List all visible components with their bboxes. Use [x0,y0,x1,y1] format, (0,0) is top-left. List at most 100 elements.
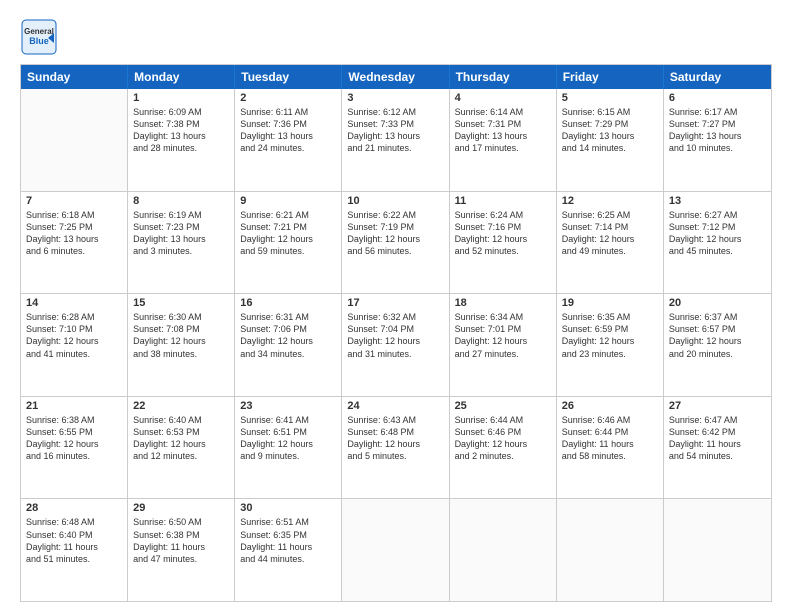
cell-line: Sunrise: 6:47 AM [669,414,766,426]
cell-line: and 10 minutes. [669,142,766,154]
cell-line: Daylight: 13 hours [240,130,336,142]
cell-line: Sunset: 6:40 PM [26,529,122,541]
day-header-friday: Friday [557,65,664,89]
day-number: 29 [133,502,229,514]
cell-line: Sunset: 7:38 PM [133,118,229,130]
cell-line: Daylight: 12 hours [347,438,443,450]
day-number: 28 [26,502,122,514]
day-cell-19: 19Sunrise: 6:35 AMSunset: 6:59 PMDayligh… [557,294,664,396]
cell-line: Sunset: 7:10 PM [26,323,122,335]
cell-line: Sunrise: 6:41 AM [240,414,336,426]
day-number: 10 [347,195,443,207]
day-cell-10: 10Sunrise: 6:22 AMSunset: 7:19 PMDayligh… [342,192,449,294]
cell-line: Sunset: 7:29 PM [562,118,658,130]
day-number: 12 [562,195,658,207]
cell-line: Daylight: 12 hours [669,335,766,347]
cell-line: and 45 minutes. [669,245,766,257]
cell-line: and 54 minutes. [669,450,766,462]
cell-line: Sunset: 6:38 PM [133,529,229,541]
cell-line: Daylight: 12 hours [347,335,443,347]
cell-line: and 31 minutes. [347,348,443,360]
day-number: 8 [133,195,229,207]
day-cell-15: 15Sunrise: 6:30 AMSunset: 7:08 PMDayligh… [128,294,235,396]
cell-line: Daylight: 12 hours [26,335,122,347]
day-number: 11 [455,195,551,207]
cell-line: Daylight: 12 hours [347,233,443,245]
cell-line: Daylight: 13 hours [562,130,658,142]
day-number: 6 [669,92,766,104]
day-cell-20: 20Sunrise: 6:37 AMSunset: 6:57 PMDayligh… [664,294,771,396]
cell-line: Sunrise: 6:35 AM [562,311,658,323]
cell-line: Sunset: 6:42 PM [669,426,766,438]
cell-line: Sunset: 7:04 PM [347,323,443,335]
day-cell-2: 2Sunrise: 6:11 AMSunset: 7:36 PMDaylight… [235,89,342,191]
day-number: 30 [240,502,336,514]
cell-line: Daylight: 13 hours [455,130,551,142]
empty-cell-4-6 [664,499,771,601]
cell-line: Sunset: 6:48 PM [347,426,443,438]
cell-line: Daylight: 13 hours [26,233,122,245]
day-cell-9: 9Sunrise: 6:21 AMSunset: 7:21 PMDaylight… [235,192,342,294]
cell-line: Sunset: 7:21 PM [240,221,336,233]
cell-line: Sunset: 7:25 PM [26,221,122,233]
calendar: SundayMondayTuesdayWednesdayThursdayFrid… [20,64,772,602]
cell-line: Sunset: 6:35 PM [240,529,336,541]
cell-line: Daylight: 12 hours [133,438,229,450]
day-cell-6: 6Sunrise: 6:17 AMSunset: 7:27 PMDaylight… [664,89,771,191]
day-cell-24: 24Sunrise: 6:43 AMSunset: 6:48 PMDayligh… [342,397,449,499]
day-cell-11: 11Sunrise: 6:24 AMSunset: 7:16 PMDayligh… [450,192,557,294]
day-number: 27 [669,400,766,412]
cell-line: and 44 minutes. [240,553,336,565]
svg-text:Blue: Blue [29,36,49,46]
day-cell-27: 27Sunrise: 6:47 AMSunset: 6:42 PMDayligh… [664,397,771,499]
cell-line: Sunset: 7:31 PM [455,118,551,130]
cell-line: Sunset: 6:57 PM [669,323,766,335]
day-header-tuesday: Tuesday [235,65,342,89]
cell-line: Sunset: 7:27 PM [669,118,766,130]
cell-line: Sunrise: 6:09 AM [133,106,229,118]
cell-line: Daylight: 12 hours [562,233,658,245]
day-cell-30: 30Sunrise: 6:51 AMSunset: 6:35 PMDayligh… [235,499,342,601]
day-cell-16: 16Sunrise: 6:31 AMSunset: 7:06 PMDayligh… [235,294,342,396]
cell-line: Sunrise: 6:24 AM [455,209,551,221]
cell-line: and 49 minutes. [562,245,658,257]
cell-line: Daylight: 13 hours [133,233,229,245]
week-row-4: 21Sunrise: 6:38 AMSunset: 6:55 PMDayligh… [21,396,771,499]
cell-line: Sunrise: 6:21 AM [240,209,336,221]
calendar-body: 1 Sunrise: 6:09 AMSunset: 7:38 PM Daylight… [21,89,771,601]
day-number: 3 [347,92,443,104]
cell-line: and 14 minutes. [562,142,658,154]
day-cell-18: 18Sunrise: 6:34 AMSunset: 7:01 PMDayligh… [450,294,557,396]
day-cell-8: 8Sunrise: 6:19 AMSunset: 7:23 PMDaylight… [128,192,235,294]
day-number: 1 [133,92,229,104]
empty-cell-0-0 [21,89,128,191]
day-number: 7 [26,195,122,207]
cell-line: Sunset: 7:06 PM [240,323,336,335]
cell-line: and 12 minutes. [133,450,229,462]
cell-line: Sunset: 6:51 PM [240,426,336,438]
calendar-header: SundayMondayTuesdayWednesdayThursdayFrid… [21,65,771,89]
cell-line: and 34 minutes. [240,348,336,360]
day-cell-25: 25Sunrise: 6:44 AMSunset: 6:46 PMDayligh… [450,397,557,499]
day-number: 18 [455,297,551,309]
cell-line: Sunrise: 6:12 AM [347,106,443,118]
cell-line: Sunset: 6:59 PM [562,323,658,335]
day-number: 21 [26,400,122,412]
day-number: 2 [240,92,336,104]
cell-line: and 2 minutes. [455,450,551,462]
cell-line: Daylight: 12 hours [26,438,122,450]
cell-line: Sunset: 7:12 PM [669,221,766,233]
cell-line: Daylight: 12 hours [240,233,336,245]
week-row-1: 1 Sunrise: 6:09 AMSunset: 7:38 PM Daylight… [21,89,771,191]
cell-line: Sunset: 7:16 PM [455,221,551,233]
day-number: 17 [347,297,443,309]
day-number: 22 [133,400,229,412]
day-number: 23 [240,400,336,412]
cell-line: and 6 minutes. [26,245,122,257]
day-cell-23: 23Sunrise: 6:41 AMSunset: 6:51 PMDayligh… [235,397,342,499]
cell-line: Sunrise: 6:51 AM [240,516,336,528]
logo-icon: General Blue [20,18,58,56]
cell-line: and 38 minutes. [133,348,229,360]
cell-line: Sunset: 6:46 PM [455,426,551,438]
cell-line: Sunrise: 6:50 AM [133,516,229,528]
